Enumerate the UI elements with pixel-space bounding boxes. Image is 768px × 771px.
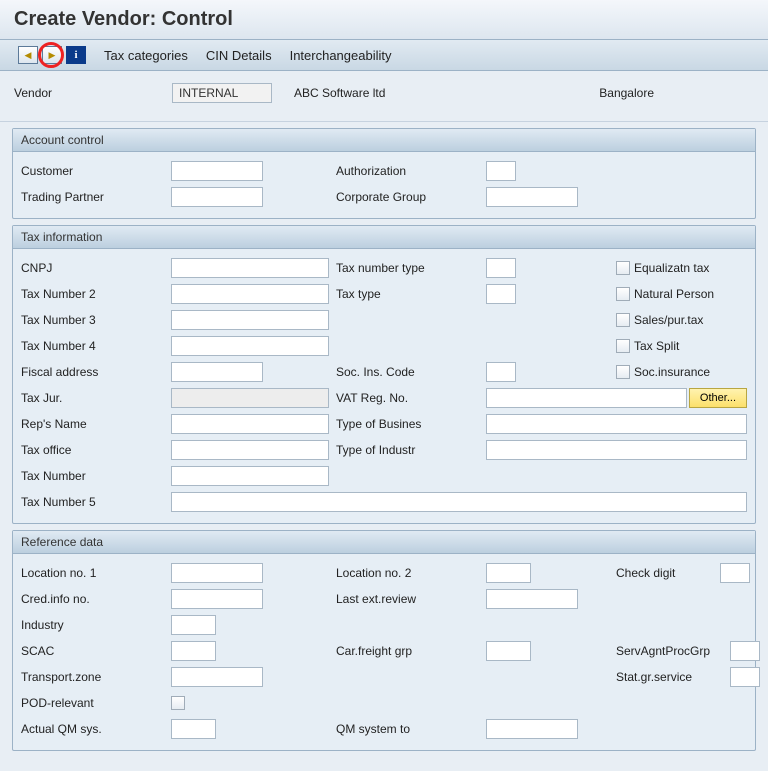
corporate-group-input[interactable]: [486, 187, 578, 207]
reps-name-label: Rep's Name: [21, 417, 171, 431]
corporate-group-label: Corporate Group: [336, 190, 486, 204]
tax-type-input[interactable]: [486, 284, 516, 304]
tax-office-input[interactable]: [171, 440, 329, 460]
tax-number-label: Tax Number: [21, 469, 171, 483]
vendor-location: Bangalore: [599, 86, 654, 100]
tax-information-panel: Tax information CNPJ Tax number type Equ…: [12, 225, 756, 524]
vendor-value: INTERNAL: [172, 83, 272, 103]
location-2-input[interactable]: [486, 563, 531, 583]
info-icon[interactable]: [66, 46, 86, 64]
tax-number-type-input[interactable]: [486, 258, 516, 278]
tax-number-5-input[interactable]: [171, 492, 747, 512]
cred-info-label: Cred.info no.: [21, 592, 171, 606]
tax-number-4-label: Tax Number 4: [21, 339, 171, 353]
tax-information-title: Tax information: [13, 226, 755, 249]
reference-data-panel: Reference data Location no. 1 Location n…: [12, 530, 756, 751]
last-ext-review-label: Last ext.review: [336, 592, 486, 606]
page-title: Create Vendor: Control: [14, 8, 754, 31]
tax-type-label: Tax type: [336, 287, 486, 301]
check-digit-label: Check digit: [616, 566, 716, 580]
soc-insurance-label: Soc.insurance: [634, 365, 710, 379]
fiscal-address-input[interactable]: [171, 362, 263, 382]
cred-info-input[interactable]: [171, 589, 263, 609]
tax-office-label: Tax office: [21, 443, 171, 457]
cnpj-label: CNPJ: [21, 261, 171, 275]
application-toolbar: Tax categories CIN Details Interchangeab…: [0, 40, 768, 71]
sales-pur-tax-label: Sales/pur.tax: [634, 313, 703, 327]
type-of-industr-label: Type of Industr: [336, 443, 486, 457]
actual-qm-input[interactable]: [171, 719, 216, 739]
equalizatn-tax-checkbox[interactable]: [616, 261, 630, 275]
tax-number-input[interactable]: [171, 466, 329, 486]
fiscal-address-label: Fiscal address: [21, 365, 171, 379]
transport-zone-input[interactable]: [171, 667, 263, 687]
toolbar-link-cin-details[interactable]: CIN Details: [206, 48, 272, 63]
location-1-input[interactable]: [171, 563, 263, 583]
transport-zone-label: Transport.zone: [21, 670, 171, 684]
type-of-busines-input[interactable]: [486, 414, 747, 434]
check-digit-input[interactable]: [720, 563, 750, 583]
location-2-label: Location no. 2: [336, 566, 486, 580]
tax-number-2-label: Tax Number 2: [21, 287, 171, 301]
natural-person-checkbox[interactable]: [616, 287, 630, 301]
type-of-industr-input[interactable]: [486, 440, 747, 460]
soc-ins-code-input[interactable]: [486, 362, 516, 382]
tax-number-4-input[interactable]: [171, 336, 329, 356]
vendor-name: ABC Software ltd: [294, 86, 385, 100]
car-freight-input[interactable]: [486, 641, 531, 661]
customer-label: Customer: [21, 164, 171, 178]
pod-relevant-label: POD-relevant: [21, 696, 171, 710]
vendor-label: Vendor: [14, 86, 164, 100]
trading-partner-label: Trading Partner: [21, 190, 171, 204]
type-of-busines-label: Type of Busines: [336, 417, 486, 431]
industry-input[interactable]: [171, 615, 216, 635]
sales-pur-tax-checkbox[interactable]: [616, 313, 630, 327]
equalizatn-tax-label: Equalizatn tax: [634, 261, 709, 275]
location-1-label: Location no. 1: [21, 566, 171, 580]
qm-system-to-input[interactable]: [486, 719, 578, 739]
qm-system-to-label: QM system to: [336, 722, 486, 736]
stat-gr-service-input[interactable]: [730, 667, 760, 687]
authorization-input[interactable]: [486, 161, 516, 181]
tax-number-3-input[interactable]: [171, 310, 329, 330]
tax-number-type-label: Tax number type: [336, 261, 486, 275]
customer-input[interactable]: [171, 161, 263, 181]
reps-name-input[interactable]: [171, 414, 329, 434]
tax-number-5-label: Tax Number 5: [21, 495, 171, 509]
account-control-title: Account control: [13, 129, 755, 152]
tax-jur-label: Tax Jur.: [21, 391, 171, 405]
pod-relevant-checkbox[interactable]: [171, 696, 185, 710]
authorization-label: Authorization: [336, 164, 486, 178]
scac-label: SCAC: [21, 644, 171, 658]
account-control-panel: Account control Customer Authorization T…: [12, 128, 756, 219]
annotation-highlight: [38, 42, 64, 68]
reference-data-title: Reference data: [13, 531, 755, 554]
vendor-header-row: Vendor INTERNAL ABC Software ltd Bangalo…: [0, 71, 768, 122]
other-button[interactable]: Other...: [689, 388, 747, 408]
scac-input[interactable]: [171, 641, 216, 661]
tax-split-label: Tax Split: [634, 339, 679, 353]
car-freight-label: Car.freight grp: [336, 644, 486, 658]
next-screen-icon[interactable]: [42, 46, 62, 64]
toolbar-link-tax-categories[interactable]: Tax categories: [104, 48, 188, 63]
actual-qm-label: Actual QM sys.: [21, 722, 171, 736]
serv-agnt-label: ServAgntProcGrp: [616, 644, 726, 658]
soc-ins-code-label: Soc. Ins. Code: [336, 365, 486, 379]
last-ext-review-input[interactable]: [486, 589, 578, 609]
vat-reg-no-label: VAT Reg. No.: [336, 391, 486, 405]
vat-reg-no-input[interactable]: [486, 388, 687, 408]
tax-split-checkbox[interactable]: [616, 339, 630, 353]
serv-agnt-input[interactable]: [730, 641, 760, 661]
natural-person-label: Natural Person: [634, 287, 714, 301]
tax-jur-input: [171, 388, 329, 408]
trading-partner-input[interactable]: [171, 187, 263, 207]
soc-insurance-checkbox[interactable]: [616, 365, 630, 379]
tax-number-2-input[interactable]: [171, 284, 329, 304]
industry-label: Industry: [21, 618, 171, 632]
stat-gr-service-label: Stat.gr.service: [616, 670, 726, 684]
cnpj-input[interactable]: [171, 258, 329, 278]
toolbar-link-interchangeability[interactable]: Interchangeability: [290, 48, 392, 63]
tax-number-3-label: Tax Number 3: [21, 313, 171, 327]
previous-screen-icon[interactable]: [18, 46, 38, 64]
